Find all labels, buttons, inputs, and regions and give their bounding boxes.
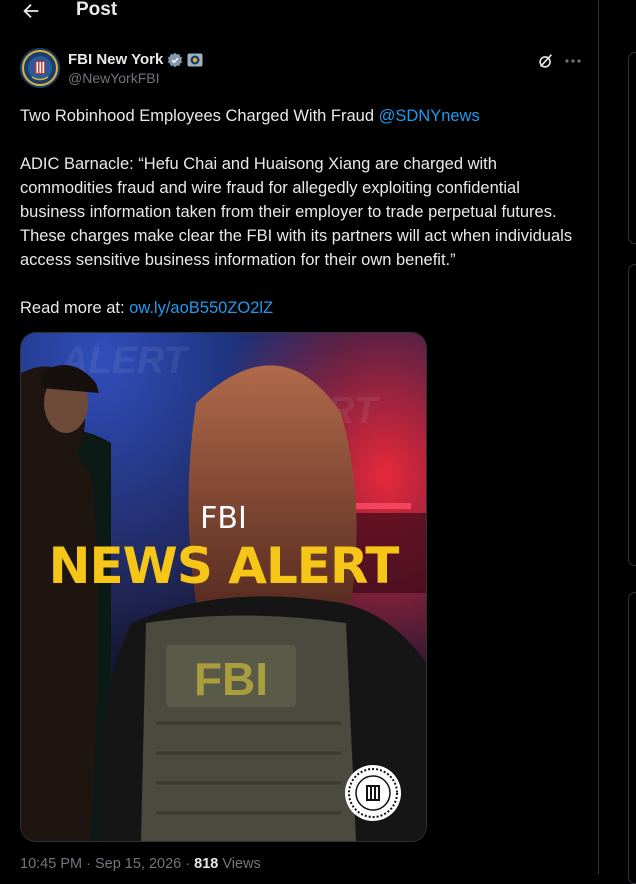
tweet-image[interactable]: ALERT ALERT FBI <box>20 332 427 842</box>
views-label: Views <box>218 856 261 872</box>
mention-link[interactable]: @SDNYnews <box>379 107 480 125</box>
more-icon[interactable] <box>563 52 583 70</box>
tweet-headline: Two Robinhood Employees Charged With Fra… <box>20 107 379 125</box>
avatar[interactable] <box>20 48 60 88</box>
news-alert-fbi-label: FBI <box>200 501 247 536</box>
news-alert-title: NEWS ALERT <box>48 537 400 595</box>
verified-badge-icon <box>168 52 183 67</box>
affiliate-badge-icon <box>187 53 203 66</box>
header-bar: Post <box>0 0 598 24</box>
author-name[interactable]: FBI New York <box>68 51 163 68</box>
tweet-meta: 10:45 PM · Sep 15, 2026 · 818 Views <box>20 856 261 872</box>
back-arrow-icon[interactable] <box>20 0 42 22</box>
vest-fbi-text: FBI <box>194 653 268 705</box>
views-count: 818 <box>194 856 219 872</box>
article-link[interactable]: ow.ly/aoB550ZO2lZ <box>129 299 273 317</box>
sidebar-card <box>628 592 636 884</box>
page-title: Post <box>76 0 118 20</box>
column-divider <box>598 0 599 874</box>
author-handle[interactable]: @NewYorkFBI <box>68 70 160 86</box>
tweet-headline-line: Two Robinhood Employees Charged With Fra… <box>20 104 586 128</box>
grok-icon[interactable] <box>537 52 555 70</box>
read-more-line: Read more at: ow.ly/aoB550ZO2lZ <box>20 296 586 320</box>
fbi-seal-icon <box>345 765 401 821</box>
post-time[interactable]: 10:45 PM <box>20 856 82 872</box>
sidebar-card <box>628 264 636 566</box>
read-more-label: Read more at: <box>20 299 130 317</box>
author-name-row: FBI New York <box>68 51 203 68</box>
post-date[interactable]: Sep 15, 2026 <box>95 856 181 872</box>
sidebar-card <box>628 52 636 244</box>
tweet-quote: ADIC Barnacle: “Hefu Chai and Huaisong X… <box>20 155 573 269</box>
